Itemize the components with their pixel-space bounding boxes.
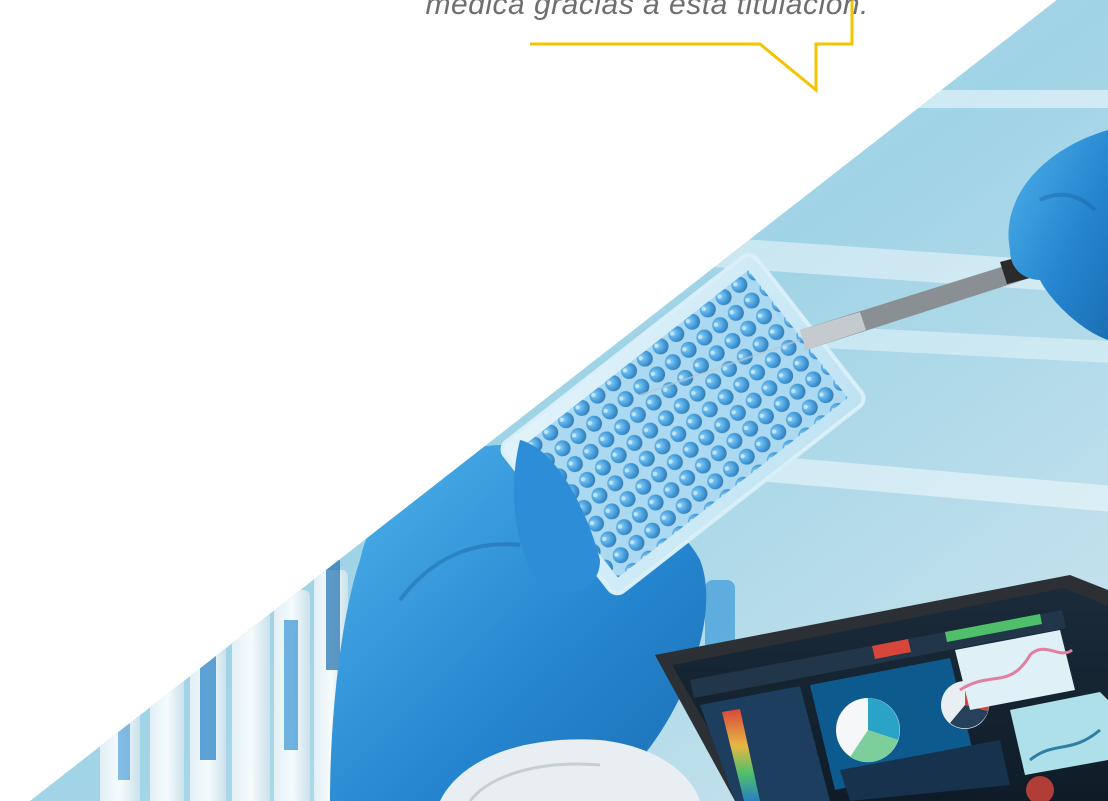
page: médica gracias a esta titulación.": [0, 0, 1108, 801]
quote-text: médica gracias a esta titulación.": [425, 0, 880, 21]
lab-photo: [30, 0, 1108, 801]
lab-photo-illustration: [30, 0, 1108, 801]
